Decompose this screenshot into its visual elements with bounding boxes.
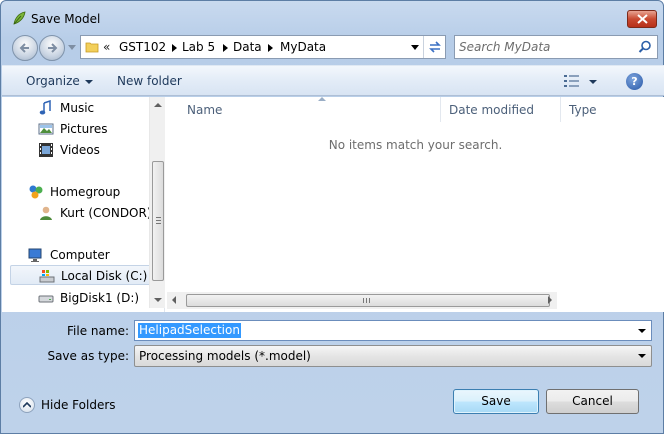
organize-label: Organize [26,74,80,88]
breadcrumb-gst102[interactable]: GST102 [119,40,166,54]
scroll-thumb[interactable] [152,161,164,281]
column-header-label: Type [569,103,597,117]
videos-icon [39,143,53,157]
drive-icon [38,295,54,303]
file-name-label: File name: [67,324,129,338]
back-arrow-icon [19,43,29,53]
nav-item-user[interactable]: Kurt (CONDOR) [10,203,152,223]
user-icon [40,206,52,220]
nav-item-local-disk[interactable]: Local Disk (C:) [10,265,155,285]
search-box[interactable] [454,35,658,59]
chevron-down-icon[interactable] [638,354,646,358]
help-icon[interactable]: ? [626,73,643,90]
save-as-type-label: Save as type: [47,349,129,363]
forward-arrow-icon [48,43,58,53]
address-overflow[interactable]: « [103,40,110,54]
nav-item-label: Pictures [60,122,108,136]
nav-item-label: Music [60,101,95,115]
nav-item-videos[interactable]: Videos [10,140,150,160]
nav-item-label: BigDisk1 (D:) [60,291,140,305]
save-as-type-select[interactable]: Processing models (*.model) [134,345,652,367]
view-dropdown-icon[interactable] [589,80,597,84]
sort-ascending-icon [318,97,326,101]
breadcrumb-lab5[interactable]: Lab 5 [182,40,215,54]
save-as-type-value: Processing models (*.model) [139,349,311,363]
navigation-pane: Music Pictures Videos Homegroup Kurt (CO… [10,97,165,312]
breadcrumb-separator-icon[interactable] [268,44,273,52]
chevron-up-icon [19,397,35,413]
local-disk-icon [39,270,55,283]
nav-item-computer[interactable]: Computer [10,245,150,265]
hide-folders-label: Hide Folders [41,398,116,412]
recent-pages-dropdown-icon[interactable] [68,45,76,51]
back-button[interactable] [12,35,38,61]
scroll-up-arrow-icon[interactable] [154,103,162,107]
column-header-name[interactable]: Name [179,97,441,122]
scroll-left-arrow-icon[interactable] [172,296,176,304]
command-bar: Organize New folder ? [2,65,664,96]
save-button[interactable]: Save [453,389,539,414]
column-header-label: Name [187,103,223,117]
address-dropdown-icon[interactable] [411,45,419,50]
nav-scrollbar[interactable] [149,97,165,308]
nav-item-music[interactable]: Music [10,98,150,118]
pictures-icon [38,123,54,135]
scroll-thumb[interactable] [186,294,550,307]
file-name-value[interactable]: HelipadSelection [138,323,241,338]
refresh-icon [429,41,441,53]
nav-item-homegroup[interactable]: Homegroup [10,182,150,202]
scroll-down-arrow-icon[interactable] [154,298,162,302]
file-name-field[interactable]: HelipadSelection [134,320,652,341]
close-icon [637,14,648,24]
leaf-icon [11,10,27,26]
nav-item-bigdisk1[interactable]: BigDisk1 (D:) [10,288,150,308]
nav-item-pictures[interactable]: Pictures [10,119,150,139]
title-bar[interactable]: Save Model [1,1,663,33]
new-folder-button[interactable]: New folder [117,74,182,88]
grip-icon [156,217,161,224]
computer-icon [28,248,42,262]
nav-item-label: Homegroup [50,185,121,199]
grip-icon [363,298,370,303]
column-header-type[interactable]: Type [561,97,664,122]
nav-item-label: Local Disk (C:) [61,269,148,283]
folder-icon [85,42,99,53]
column-header-date-modified[interactable]: Date modified [441,97,561,122]
search-icon[interactable] [638,40,652,54]
file-list-horizontal-scrollbar[interactable] [167,292,557,309]
window-title: Save Model [31,12,101,26]
search-input[interactable] [459,38,635,56]
save-model-dialog: Save Model « GST102 Lab 5 Data MyData Or… [0,0,664,434]
nav-item-label: Kurt (CONDOR) [60,206,152,220]
chevron-down-icon [84,79,93,84]
chevron-down-icon[interactable] [638,329,646,333]
nav-item-label: Videos [60,143,100,157]
file-list: Name Date modified Type No items match y… [167,97,664,312]
music-icon [39,100,51,115]
address-bar[interactable]: « GST102 Lab 5 Data MyData [80,35,446,59]
cancel-button[interactable]: Cancel [546,389,639,414]
empty-folder-message: No items match your search. [328,138,503,152]
forward-button[interactable] [39,35,65,61]
homegroup-icon [29,185,43,199]
view-options-icon[interactable] [564,75,580,87]
breadcrumb-data[interactable]: Data [233,40,262,54]
breadcrumb-separator-icon[interactable] [172,44,177,52]
close-button[interactable] [627,10,657,28]
organize-menu[interactable]: Organize [26,74,93,88]
breadcrumb-mydata[interactable]: MyData [280,40,326,54]
nav-item-label: Computer [50,248,110,262]
column-header-label: Date modified [449,103,535,117]
scroll-right-arrow-icon[interactable] [548,296,552,304]
refresh-button[interactable] [423,36,445,58]
breadcrumb-separator-icon[interactable] [223,44,228,52]
